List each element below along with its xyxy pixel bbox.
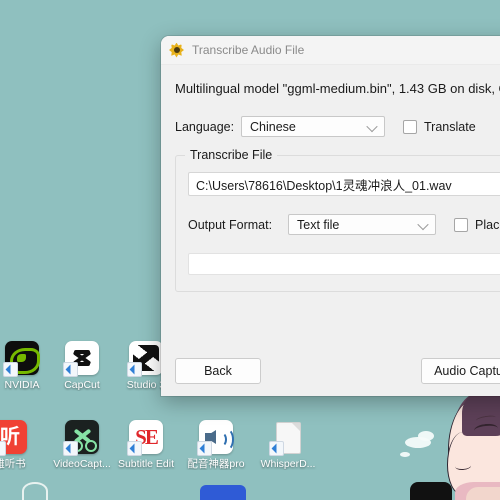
dialog-button-row: Back Audio Capture bbox=[175, 358, 500, 384]
desktop-icon-whisperdesktop[interactable]: WhisperD... bbox=[250, 420, 326, 470]
place-checkbox[interactable]: Place bbox=[454, 217, 500, 232]
desktop-icon-label: Subtitle Edit bbox=[117, 458, 175, 470]
translate-checkbox[interactable]: Translate bbox=[403, 119, 476, 134]
chevron-down-icon bbox=[366, 120, 378, 133]
output-format-row: Output Format: Text file Place bbox=[188, 214, 500, 235]
output-format-selected-value: Text file bbox=[297, 217, 340, 232]
taskbar-item-blue-app[interactable] bbox=[200, 485, 246, 500]
whisper-desktop-icon bbox=[269, 420, 305, 456]
audio-capture-button[interactable]: Audio Capture bbox=[421, 358, 500, 384]
anime-character-neck bbox=[466, 487, 500, 500]
output-path-input[interactable] bbox=[188, 253, 500, 275]
place-label: Place bbox=[475, 217, 500, 232]
taskbar-item-dark-app-1[interactable] bbox=[410, 482, 452, 500]
studio-icon bbox=[127, 341, 163, 377]
chevron-down-icon bbox=[417, 218, 429, 231]
output-format-label: Output Format: bbox=[188, 217, 273, 232]
transcribe-file-group-title: Transcribe File bbox=[185, 148, 278, 162]
desktop-icon-label: 雅听书 bbox=[0, 458, 26, 470]
file-path-value: C:\Users\78616\Desktop\1灵魂冲浪人_01.wav bbox=[196, 178, 452, 193]
desktop-icon-peiyin[interactable]: 配音神器pro bbox=[178, 420, 254, 470]
transcribe-audio-file-dialog: Transcribe Audio File Multilingual model… bbox=[161, 36, 500, 396]
transcribe-file-group: Transcribe File C:\Users\78616\Desktop\1… bbox=[175, 148, 500, 292]
shortcut-arrow-icon bbox=[3, 362, 18, 377]
shortcut-arrow-icon bbox=[127, 441, 142, 456]
language-select[interactable]: Chinese bbox=[241, 116, 385, 137]
file-path-input[interactable]: C:\Users\78616\Desktop\1灵魂冲浪人_01.wav bbox=[188, 172, 500, 196]
model-info-text: Multilingual model "ggml-medium.bin", 1.… bbox=[175, 81, 500, 96]
shortcut-arrow-icon bbox=[127, 362, 142, 377]
desktop-icon-tingshu[interactable]: 听 雅听书 bbox=[0, 420, 48, 470]
language-row: Language: Chinese Translate bbox=[175, 116, 500, 137]
desktop-icon-label: 配音神器pro bbox=[187, 458, 245, 470]
desktop: NVIDIA CapCut Studio 3 听 雅听书 VideoCapt..… bbox=[0, 0, 500, 500]
shortcut-arrow-icon bbox=[63, 362, 78, 377]
shortcut-arrow-icon bbox=[63, 441, 78, 456]
output-format-select[interactable]: Text file bbox=[288, 214, 436, 235]
sunflower-app-icon bbox=[169, 42, 184, 58]
taskbar-item-edge[interactable] bbox=[22, 482, 48, 500]
desktop-icon-label: WhisperD... bbox=[260, 458, 316, 470]
dialog-title: Transcribe Audio File bbox=[192, 43, 305, 57]
tingshu-icon: 听 bbox=[0, 420, 27, 456]
back-button[interactable]: Back bbox=[175, 358, 261, 384]
shortcut-arrow-icon bbox=[269, 441, 284, 456]
cloud-shape bbox=[418, 431, 434, 441]
language-selected-value: Chinese bbox=[250, 119, 296, 134]
shortcut-arrow-icon bbox=[0, 441, 6, 456]
subtitle-edit-icon: SE bbox=[127, 420, 163, 456]
videocapture-icon bbox=[63, 420, 99, 456]
dialog-body: Multilingual model "ggml-medium.bin", 1.… bbox=[161, 81, 500, 292]
capcut-icon bbox=[63, 341, 99, 377]
desktop-icon-subtitle-edit[interactable]: SE Subtitle Edit bbox=[108, 420, 184, 470]
cloud-shape bbox=[400, 452, 410, 457]
language-label: Language: bbox=[175, 119, 235, 134]
checkbox-box bbox=[454, 217, 468, 232]
nvidia-icon bbox=[3, 341, 40, 377]
shortcut-arrow-icon bbox=[197, 441, 212, 456]
dialog-titlebar[interactable]: Transcribe Audio File bbox=[161, 36, 500, 65]
checkbox-box bbox=[403, 119, 417, 134]
peiyin-icon bbox=[197, 420, 234, 456]
translate-label: Translate bbox=[424, 119, 476, 134]
